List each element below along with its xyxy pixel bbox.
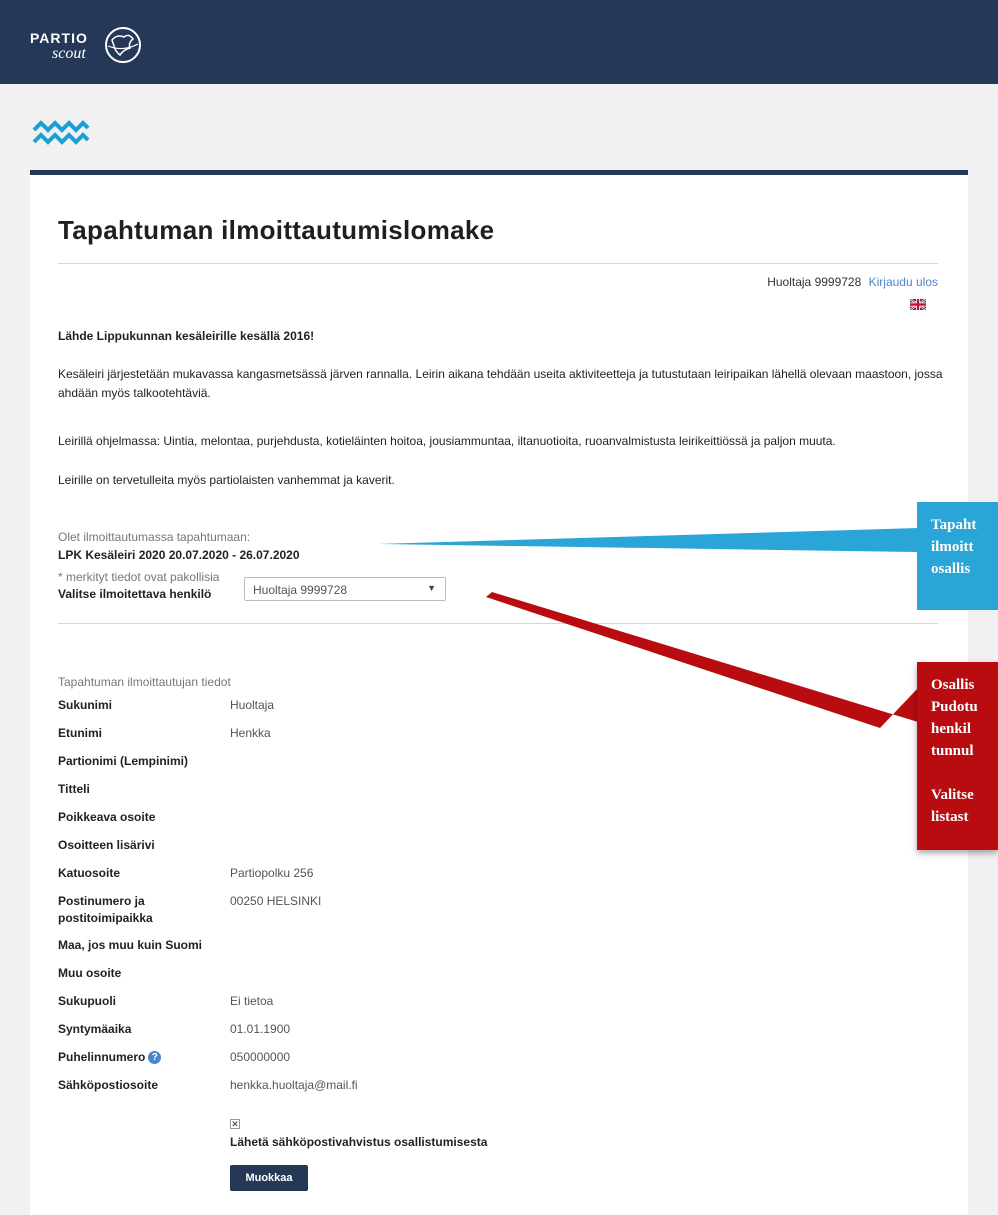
- registration-card: Tapahtuman ilmoittautumislomake Huoltaja…: [30, 170, 968, 1215]
- field-label-osoitteen-lisarivi: Osoitteen lisärivi: [58, 838, 155, 852]
- field-label-titteli: Titteli: [58, 782, 90, 796]
- user-info: Huoltaja 9999728 Kirjaudu ulos: [767, 275, 938, 289]
- globe-icon: [105, 27, 141, 63]
- callout-red-line-4: tunnul: [931, 743, 974, 759]
- field-value-syntymaaika: 01.01.1900: [230, 1022, 291, 1036]
- field-label-partionimi: Partionimi (Lempinimi): [58, 754, 189, 768]
- chevron-down-icon: ▼: [427, 583, 436, 593]
- brand-scout-text: scout: [52, 45, 86, 62]
- field-label-etunimi: Etunimi: [58, 726, 102, 740]
- field-label-muu-osoite: Muu osoite: [58, 966, 122, 980]
- registering-label: Olet ilmoittautumassa tapahtumaan:: [58, 530, 251, 544]
- callout-red-line-6: Valitse: [931, 787, 974, 803]
- field-label-puhelinnumero: Puhelinnumero?: [58, 1049, 162, 1066]
- person-select-value: Huoltaja 9999728: [253, 583, 348, 597]
- field-value-sukupuoli: Ei tietoa: [230, 994, 274, 1008]
- callout-red-line-1: Osallis: [931, 677, 975, 693]
- field-label-katuosoite: Katuosoite: [58, 866, 121, 880]
- intro-heading: Lähde Lippukunnan kesäleirille kesällä 2…: [58, 329, 315, 343]
- field-label-sahkoposti: Sähköpostiosoite: [58, 1078, 159, 1092]
- event-name: LPK Kesäleiri 2020 20.07.2020 - 26.07.20…: [58, 548, 300, 562]
- field-label-postinumero: Postinumero ja postitoimipaikka: [58, 894, 153, 925]
- field-value-sukunimi: Huoltaja: [230, 698, 275, 712]
- help-icon[interactable]: ?: [148, 1051, 162, 1065]
- field-value-sahkoposti: henkka.huoltaja@mail.fi: [230, 1078, 358, 1092]
- callout-blue-line-2: ilmoitt: [931, 539, 974, 555]
- intro-paragraph-3: Leirille on tervetulleita myös partiolai…: [58, 473, 395, 487]
- required-note: * merkityt tiedot ovat pakollisia: [58, 570, 220, 584]
- person-select-label: Valitse ilmoitettava henkilö: [58, 587, 212, 601]
- callout-red-line-3: henkil: [931, 721, 972, 737]
- edit-button[interactable]: Muokkaa: [230, 1165, 308, 1191]
- field-value-etunimi: Henkka: [230, 726, 271, 740]
- field-label-poikkeava-osoite: Poikkeava osoite: [58, 810, 156, 824]
- field-label-puhelinnumero-text: Puhelinnumero: [58, 1050, 146, 1064]
- callout-blue-line-3: osallis: [931, 561, 971, 577]
- brand-partio-text: PARTIO: [30, 30, 88, 46]
- callout-red-line-2: Pudotu: [931, 699, 978, 715]
- registrant-section-label: Tapahtuman ilmoittautujan tiedot: [58, 675, 231, 689]
- page-title: Tapahtuman ilmoittautumislomake: [58, 215, 495, 245]
- field-value-katuosoite: Partiopolku 256: [230, 866, 314, 880]
- email-confirmation-checkbox[interactable]: ✕: [230, 1119, 240, 1129]
- logout-link[interactable]: Kirjaudu ulos: [869, 275, 938, 289]
- callout-red-line-7: listast: [931, 809, 969, 825]
- title-divider: [58, 263, 938, 264]
- field-value-postinumero: 00250 HELSINKI: [230, 894, 322, 908]
- callout-blue: Tapaht ilmoitt osallis: [917, 502, 998, 610]
- field-label-sukupuoli: Sukupuoli: [58, 994, 116, 1008]
- field-value-puhelinnumero: 050000000: [230, 1050, 291, 1064]
- person-select[interactable]: Huoltaja 9999728 ▼: [244, 577, 446, 601]
- intro-paragraph-2: Leirillä ohjelmassa: Uintia, melontaa, p…: [58, 434, 836, 448]
- section-divider: [58, 623, 938, 624]
- uk-flag-icon[interactable]: [910, 299, 926, 310]
- callout-blue-line-1: Tapaht: [931, 517, 977, 533]
- callout-red-spacer: [931, 762, 984, 784]
- intro-paragraph-1: Kesäleiri järjestetään mukavassa kangasm…: [58, 367, 943, 400]
- field-label-syntymaaika: Syntymäaika: [58, 1022, 132, 1036]
- field-label-maa: Maa, jos muu kuin Suomi: [58, 938, 203, 952]
- field-label-sukunimi: Sukunimi: [58, 698, 113, 712]
- email-confirmation-label: Lähetä sähköpostivahvistus osallistumise…: [230, 1135, 488, 1149]
- wave-logo-icon: [32, 120, 90, 145]
- callout-red: Osallis Pudotu henkil tunnul Valitse lis…: [917, 662, 998, 850]
- top-header: PARTIO scout: [0, 0, 998, 84]
- user-name: Huoltaja 9999728: [767, 275, 862, 289]
